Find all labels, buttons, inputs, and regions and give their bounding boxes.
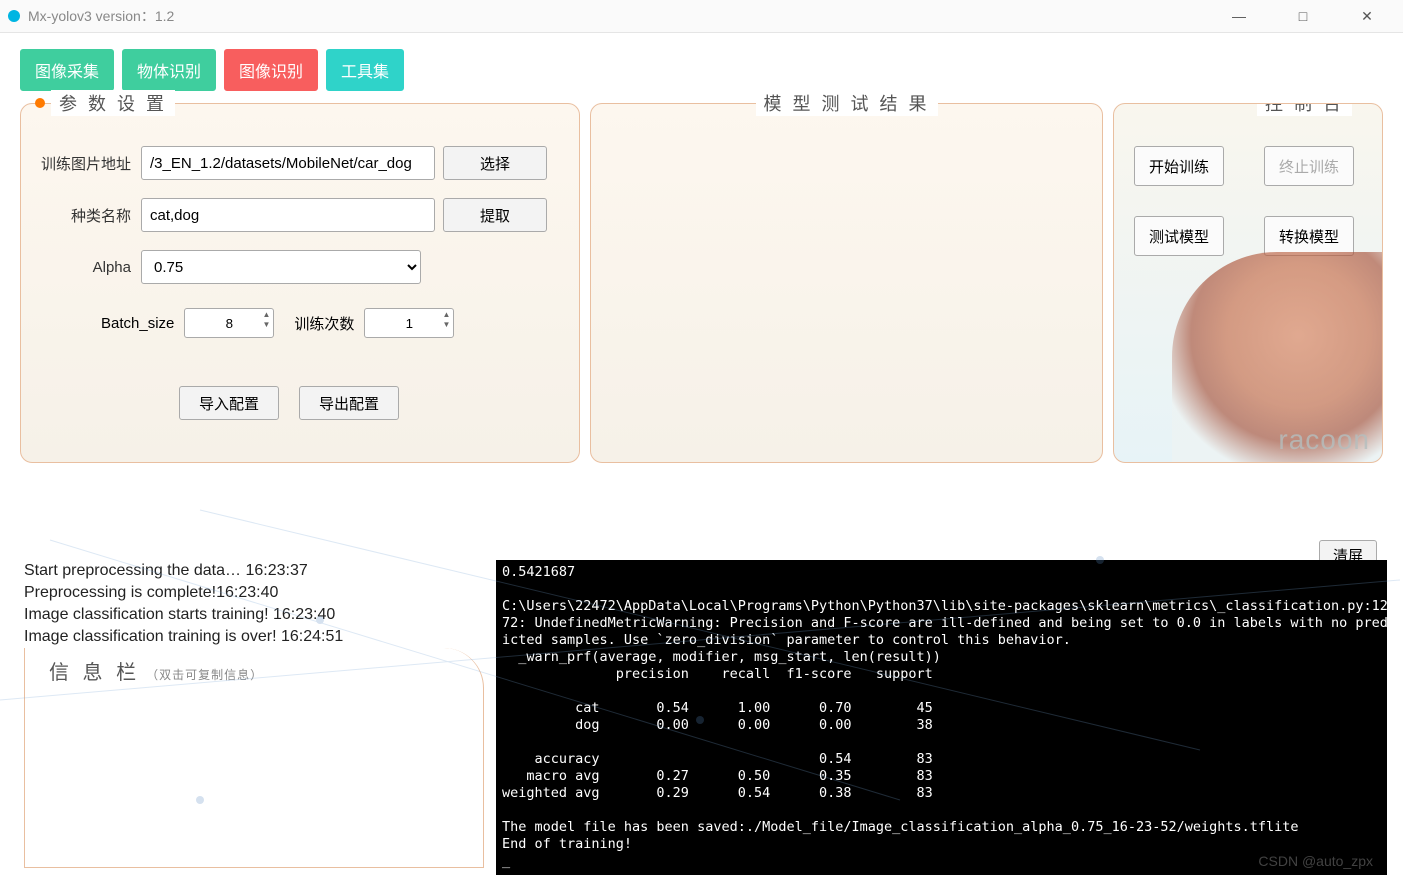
batch-stepper[interactable]: ▲▼ (184, 308, 274, 338)
batch-label: Batch_size (101, 315, 174, 332)
start-train-button[interactable]: 开始训练 (1134, 146, 1224, 186)
terminal-output[interactable]: 0.5421687 C:\Users\22472\AppData\Local\P… (496, 560, 1387, 875)
log-line: Preprocessing is complete!16:23:40 (24, 582, 484, 604)
extract-button[interactable]: 提取 (443, 198, 547, 232)
log-list: Start preprocessing the data… 16:23:37 P… (24, 560, 484, 648)
panel-dot (35, 98, 45, 108)
result-panel: 模 型 测 试 结 果 (590, 103, 1103, 463)
tab-image-recog[interactable]: 图像识别 (224, 49, 318, 91)
window-title: Mx-yolov3 version：1.2 (28, 6, 1219, 26)
infobar-subtitle: （双击可复制信息） (146, 666, 263, 683)
epoch-label: 训练次数 (294, 313, 354, 334)
log-line: Start preprocessing the data… 16:23:37 (24, 560, 484, 582)
epoch-input[interactable] (364, 308, 454, 338)
stop-train-button[interactable]: 终止训练 (1264, 146, 1354, 186)
control-panel: 控 制 台 开始训练 终止训练 测试模型 转换模型 racoon (1113, 103, 1383, 463)
import-config-button[interactable]: 导入配置 (179, 386, 279, 420)
chevron-down-icon[interactable]: ▼ (262, 320, 270, 330)
train-path-input[interactable] (141, 146, 435, 180)
alpha-select[interactable]: 0.75 (141, 250, 421, 284)
select-button[interactable]: 选择 (443, 146, 547, 180)
app-icon (8, 10, 20, 22)
test-model-button[interactable]: 测试模型 (1134, 216, 1224, 256)
alpha-label: Alpha (31, 259, 141, 276)
log-line: Image classification training is over! 1… (24, 626, 484, 648)
titlebar: Mx-yolov3 version：1.2 — □ ✕ (0, 0, 1403, 32)
param-panel: 参 数 设 置 训练图片地址 选择 种类名称 提取 Alpha 0.75 Bat… (20, 103, 580, 463)
watermark: CSDN @auto_zpx (1258, 853, 1373, 869)
panel-title-results: 模 型 测 试 结 果 (755, 90, 937, 116)
tab-object-detect[interactable]: 物体识别 (122, 49, 216, 91)
log-line: Image classification starts training! 16… (24, 604, 484, 626)
close-button[interactable]: ✕ (1347, 2, 1387, 30)
class-input[interactable] (141, 198, 435, 232)
minimize-button[interactable]: — (1219, 2, 1259, 30)
chevron-up-icon[interactable]: ▲ (262, 310, 270, 320)
epoch-stepper[interactable]: ▲▼ (364, 308, 454, 338)
convert-model-button[interactable]: 转换模型 (1264, 216, 1354, 256)
tabs: 图像采集 物体识别 图像识别 工具集 (0, 49, 1403, 91)
chevron-up-icon[interactable]: ▲ (442, 310, 450, 320)
racoon-label: racoon (1278, 424, 1370, 456)
divider (0, 32, 1403, 33)
infobar-title: 信 息 栏 (49, 656, 140, 685)
class-label: 种类名称 (31, 205, 141, 226)
chevron-down-icon[interactable]: ▼ (442, 320, 450, 330)
tab-image-capture[interactable]: 图像采集 (20, 49, 114, 91)
maximize-button[interactable]: □ (1283, 2, 1323, 30)
batch-input[interactable] (184, 308, 274, 338)
train-path-label: 训练图片地址 (31, 153, 141, 174)
panel-title-console: 控 制 台 (1257, 103, 1352, 116)
tab-tools[interactable]: 工具集 (326, 49, 404, 91)
panel-title-params: 参 数 设 置 (51, 90, 175, 116)
info-bar: 信 息 栏 （双击可复制信息） (24, 648, 484, 868)
export-config-button[interactable]: 导出配置 (299, 386, 399, 420)
